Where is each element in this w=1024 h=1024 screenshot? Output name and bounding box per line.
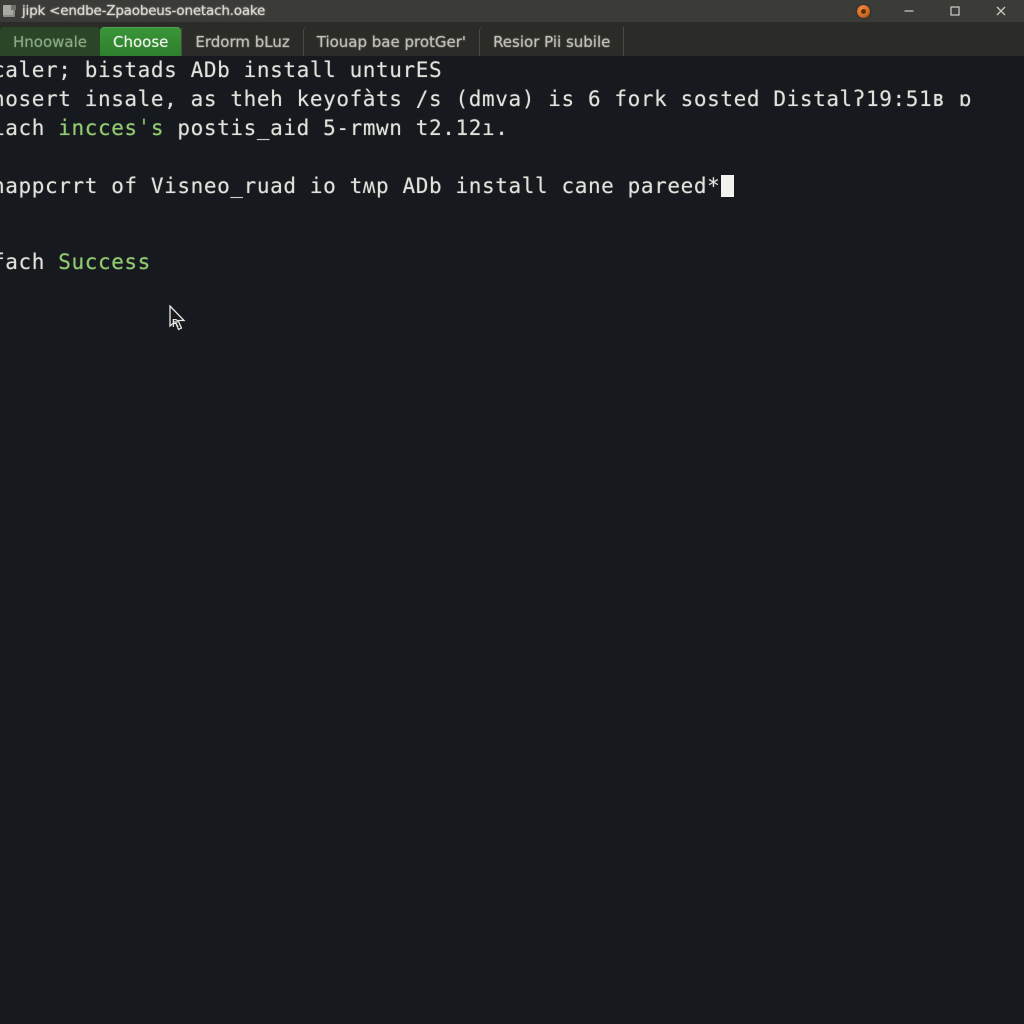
terminal-line: ıach inccesˈs postis_aid 5-rmwn t2.12ı. xyxy=(0,114,509,143)
maximize-icon xyxy=(950,6,960,16)
terminal-line: nosert insale, as theh keyofàts /s (dmva… xyxy=(0,85,972,114)
tab-label: Resior Pii subile xyxy=(493,32,611,51)
tab-1[interactable]: Hnoowale xyxy=(0,27,100,56)
tab-2[interactable]: Choose xyxy=(100,27,182,56)
minimize-icon xyxy=(904,10,914,12)
mouse-pointer-icon: R xyxy=(168,305,188,335)
tab-bar-empty-space xyxy=(623,27,1024,56)
terminal-cursor xyxy=(721,175,735,197)
pointer-tag: R xyxy=(172,317,179,330)
tab-label: Hnoowale xyxy=(13,32,87,51)
terminal-text-segment: Success xyxy=(58,250,151,274)
window-title: jipk <endbe-Zpaobeus-onetach.oake xyxy=(22,3,266,19)
close-icon xyxy=(996,6,1006,16)
close-button[interactable] xyxy=(978,0,1024,22)
status-indicator-button[interactable] xyxy=(840,0,886,22)
terminal-text-segment: caler; bistads ADb install unturES xyxy=(0,58,443,82)
terminal-line: nappcrrt of Visneo_ruad io tʍp ADb insta… xyxy=(0,172,735,201)
terminal-text-segment: ƒach xyxy=(0,250,45,274)
tab-label: Erdorm bLuz xyxy=(195,32,290,51)
terminal-text-segment: nappcrrt of Visneo_ruad io tʍp ADb insta… xyxy=(0,174,721,198)
orange-status-dot-icon xyxy=(856,4,870,18)
maximize-button[interactable] xyxy=(932,0,978,22)
tab-5[interactable]: Resior Pii subile xyxy=(479,27,624,56)
tab-label: Choose xyxy=(113,32,169,51)
window-title-bar[interactable]: jipk <endbe-Zpaobeus-onetach.oake xyxy=(0,0,1024,22)
tab-label: Tiouap bae protGer' xyxy=(316,32,467,51)
tab-4[interactable]: Tiouap bae protGer' xyxy=(302,27,480,56)
tab-bar: Hnoowale Choose Erdorm bLuz Tiouap bae prot… xyxy=(0,22,1024,56)
document-icon xyxy=(2,4,18,18)
terminal-line: ƒach Success xyxy=(0,248,151,277)
terminal-text-segment: postis_aid 5-rmwn t2.12ı. xyxy=(164,116,509,140)
tab-3[interactable]: Erdorm bLuz xyxy=(181,27,303,56)
window-controls xyxy=(840,0,1024,22)
minimize-button[interactable] xyxy=(886,0,932,22)
terminal-text-segment: nosert insale, as theh keyofàts /s (dmva… xyxy=(0,87,972,111)
terminal-output-area[interactable]: ƒach Success nappcrrt of Visneo_ruad io t… xyxy=(0,56,1024,1024)
terminal-line: caler; bistads ADb install unturES xyxy=(0,56,442,85)
terminal-text-segment: inccesˈs xyxy=(58,116,165,140)
terminal-text-segment: ıach xyxy=(0,116,45,140)
